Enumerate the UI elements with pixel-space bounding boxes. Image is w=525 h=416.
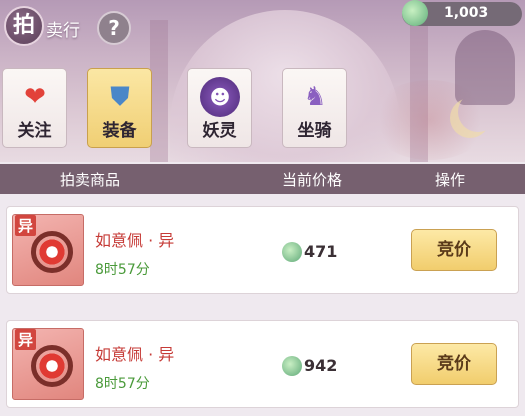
mount-icon: ♞ [303,82,327,112]
rarity-tag: 异 [15,329,37,350]
rarity-tag: 异 [15,215,37,236]
tab-equipment[interactable]: ⛊ 装备 [87,68,152,148]
column-header-item: 拍卖商品 [60,171,121,189]
tab-label: 装备 [102,121,137,141]
tab-label: 关注 [17,121,52,141]
item-thumbnail[interactable]: 异 [12,328,84,400]
item-name: 如意佩 · 异 [95,231,175,250]
jade-leaf-icon [282,242,302,262]
table-header: 拍卖商品 当前价格 操作 [0,164,525,194]
current-price: 471 [304,242,338,261]
banner-pillar [150,20,168,162]
tab-mount[interactable]: ♞ 坐骑 [282,68,347,148]
table-row[interactable]: 异 如意佩 · 异 8时57分 942 竞价 [6,320,519,408]
time-left: 8时57分 [95,262,150,278]
page-title-first-char: 拍 [4,6,44,46]
moon-icon [458,92,498,132]
demon-spirit-icon: ☻ [200,77,240,117]
current-price: 942 [304,356,338,375]
heart-icon: ❤ [24,82,46,112]
pendant-icon [31,345,73,387]
tab-label: 坐骑 [297,121,332,141]
currency-display: 1,003 [402,0,522,26]
bid-button[interactable]: 竞价 [411,229,497,271]
currency-amount: 1,003 [444,5,489,21]
tab-follow[interactable]: ❤ 关注 [2,68,67,148]
jade-leaf-icon [282,356,302,376]
bid-button[interactable]: 竞价 [411,343,497,385]
armor-icon: ⛊ [110,81,130,112]
item-thumbnail[interactable]: 异 [12,214,84,286]
table-row[interactable]: 异 如意佩 · 异 8时57分 471 竞价 [6,206,519,294]
tab-label: 妖灵 [202,121,237,141]
time-left: 8时57分 [95,376,150,392]
page-title: 卖行 [46,21,80,41]
column-header-action: 操作 [435,171,466,189]
pendant-icon [31,231,73,273]
column-header-price: 当前价格 [282,171,343,189]
tab-spirit[interactable]: ☻ 妖灵 [187,68,252,148]
jade-leaf-icon [402,0,428,26]
item-name: 如意佩 · 异 [95,345,175,364]
help-button[interactable]: ? [97,11,131,45]
